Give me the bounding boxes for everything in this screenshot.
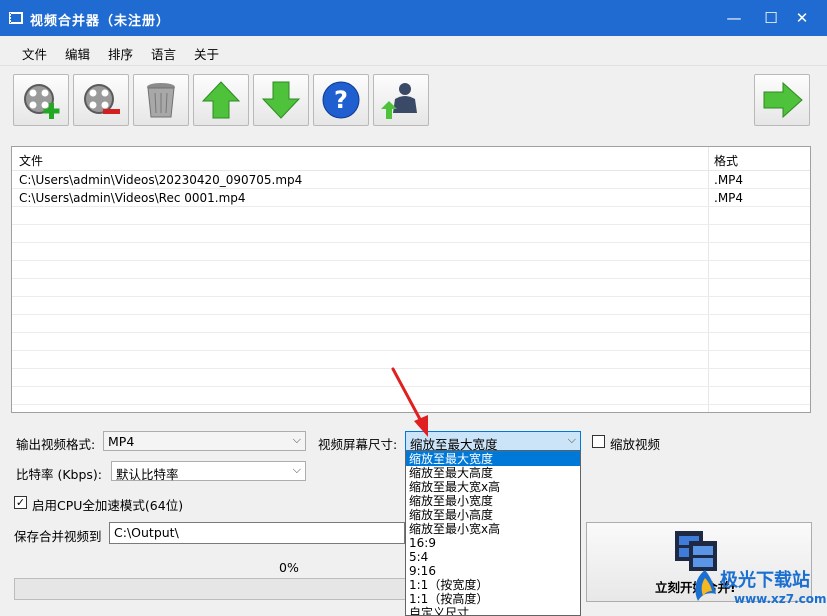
screen-size-value: 缩放至最大宽度: [410, 437, 498, 452]
bitrate-select[interactable]: 默认比特率 ⌵: [111, 461, 306, 482]
menu-edit[interactable]: 编辑: [65, 44, 90, 63]
output-format-label: 输出视频格式:: [16, 437, 96, 452]
cpu-accel-checkbox[interactable]: ✓: [14, 496, 27, 509]
arrow-up-icon: [201, 81, 241, 119]
clear-list-button[interactable]: [133, 74, 189, 126]
dropdown-option[interactable]: 16:9: [406, 536, 580, 550]
watermark-logo-icon: [695, 570, 716, 601]
dropdown-option[interactable]: 5:4: [406, 550, 580, 564]
dropdown-option[interactable]: 9:16: [406, 564, 580, 578]
empty-row: [12, 207, 810, 225]
trash-icon: [147, 83, 175, 118]
dropdown-option[interactable]: 缩放至最小高度: [406, 508, 580, 522]
help-button[interactable]: ?: [313, 74, 369, 126]
minimize-button[interactable]: —: [718, 0, 750, 36]
move-down-button[interactable]: [253, 74, 309, 126]
bitrate-label: 比特率 (Kbps):: [16, 467, 103, 482]
empty-row: [12, 279, 810, 297]
dropdown-option[interactable]: 1:1（按宽度）: [406, 578, 580, 592]
chevron-down-icon: ⌵: [292, 433, 301, 446]
remove-video-button[interactable]: [73, 74, 129, 126]
progress-percent: 0%: [279, 560, 299, 575]
menu-language[interactable]: 语言: [151, 44, 176, 63]
dropdown-option[interactable]: 缩放至最小宽度: [406, 494, 580, 508]
remove-video-icon: [84, 84, 120, 114]
progress-bar: [14, 578, 410, 600]
register-button[interactable]: [373, 74, 429, 126]
empty-row: [12, 333, 810, 351]
empty-row: [12, 315, 810, 333]
save-path-label: 保存合并视频到: [14, 529, 102, 544]
menu-file[interactable]: 文件: [22, 44, 47, 63]
column-format[interactable]: 格式: [714, 152, 738, 169]
save-path-input[interactable]: C:\Output\: [109, 522, 405, 544]
register-icon: [381, 83, 417, 119]
dropdown-option[interactable]: 缩放至最小宽x高: [406, 522, 580, 536]
empty-row: [12, 243, 810, 261]
menu-about[interactable]: 关于: [194, 44, 219, 63]
scale-video-checkbox[interactable]: [592, 435, 605, 448]
title-bar: 视频合并器（未注册） — ☐ ✕: [0, 0, 827, 36]
next-button[interactable]: [754, 74, 810, 126]
empty-row: [12, 297, 810, 315]
watermark-title: 极光下载站: [720, 570, 810, 591]
file-path: C:\Users\admin\Videos\20230420_090705.mp…: [19, 173, 303, 187]
watermark-url: www.xz7.com: [734, 592, 827, 606]
dropdown-option[interactable]: 自定义尺寸: [406, 606, 580, 615]
dropdown-option[interactable]: 缩放至最大宽度: [406, 452, 580, 466]
film-app-icon: [9, 12, 23, 24]
file-path: C:\Users\admin\Videos\Rec 0001.mp4: [19, 191, 246, 205]
svg-text:?: ?: [334, 86, 348, 114]
dropdown-option[interactable]: 1:1（按高度）: [406, 592, 580, 606]
chevron-down-icon: ⌵: [292, 463, 301, 476]
empty-row: [12, 225, 810, 243]
red-arrow-annotation-icon: [391, 367, 428, 437]
empty-row: [12, 261, 810, 279]
output-format-select[interactable]: MP4 ⌵: [103, 431, 306, 451]
chevron-down-icon: ⌵: [567, 433, 576, 446]
add-video-button[interactable]: [13, 74, 69, 126]
window-title: 视频合并器（未注册）: [30, 14, 171, 29]
cpu-accel-label: 启用CPU全加速模式(64位): [32, 498, 184, 513]
menu-sort[interactable]: 排序: [108, 44, 133, 63]
table-row[interactable]: C:\Users\admin\Videos\20230420_090705.mp…: [12, 171, 810, 189]
menu-bar: 文件 编辑 排序 语言 关于: [0, 36, 827, 66]
maximize-button[interactable]: ☐: [755, 0, 787, 36]
toolbar: ?: [0, 66, 827, 132]
file-format: .MP4: [714, 191, 744, 205]
save-path-value: C:\Output\: [114, 525, 179, 540]
arrow-down-icon: [261, 81, 301, 119]
file-list-header: 文件 格式: [12, 147, 810, 171]
close-button[interactable]: ✕: [786, 0, 818, 36]
file-format: .MP4: [714, 173, 744, 187]
table-row[interactable]: C:\Users\admin\Videos\Rec 0001.mp4 .MP4: [12, 189, 810, 207]
watermark: 极光下载站 www.xz7.com: [690, 566, 827, 612]
screen-size-dropdown-list[interactable]: 缩放至最大宽度 缩放至最大高度 缩放至最大宽x高 缩放至最小宽度 缩放至最小高度 缩放至最…: [405, 451, 581, 616]
bitrate-value: 默认比特率: [116, 467, 179, 482]
scale-video-label: 缩放视频: [610, 437, 661, 452]
help-icon: ?: [322, 81, 360, 119]
move-up-button[interactable]: [193, 74, 249, 126]
output-format-value: MP4: [108, 434, 135, 449]
arrow-right-icon: [763, 81, 803, 119]
dropdown-option[interactable]: 缩放至最大宽x高: [406, 480, 580, 494]
column-file[interactable]: 文件: [19, 152, 43, 169]
add-video-icon: [24, 84, 60, 119]
dropdown-option[interactable]: 缩放至最大高度: [406, 466, 580, 480]
screen-size-label: 视频屏幕尺寸:: [318, 437, 398, 452]
